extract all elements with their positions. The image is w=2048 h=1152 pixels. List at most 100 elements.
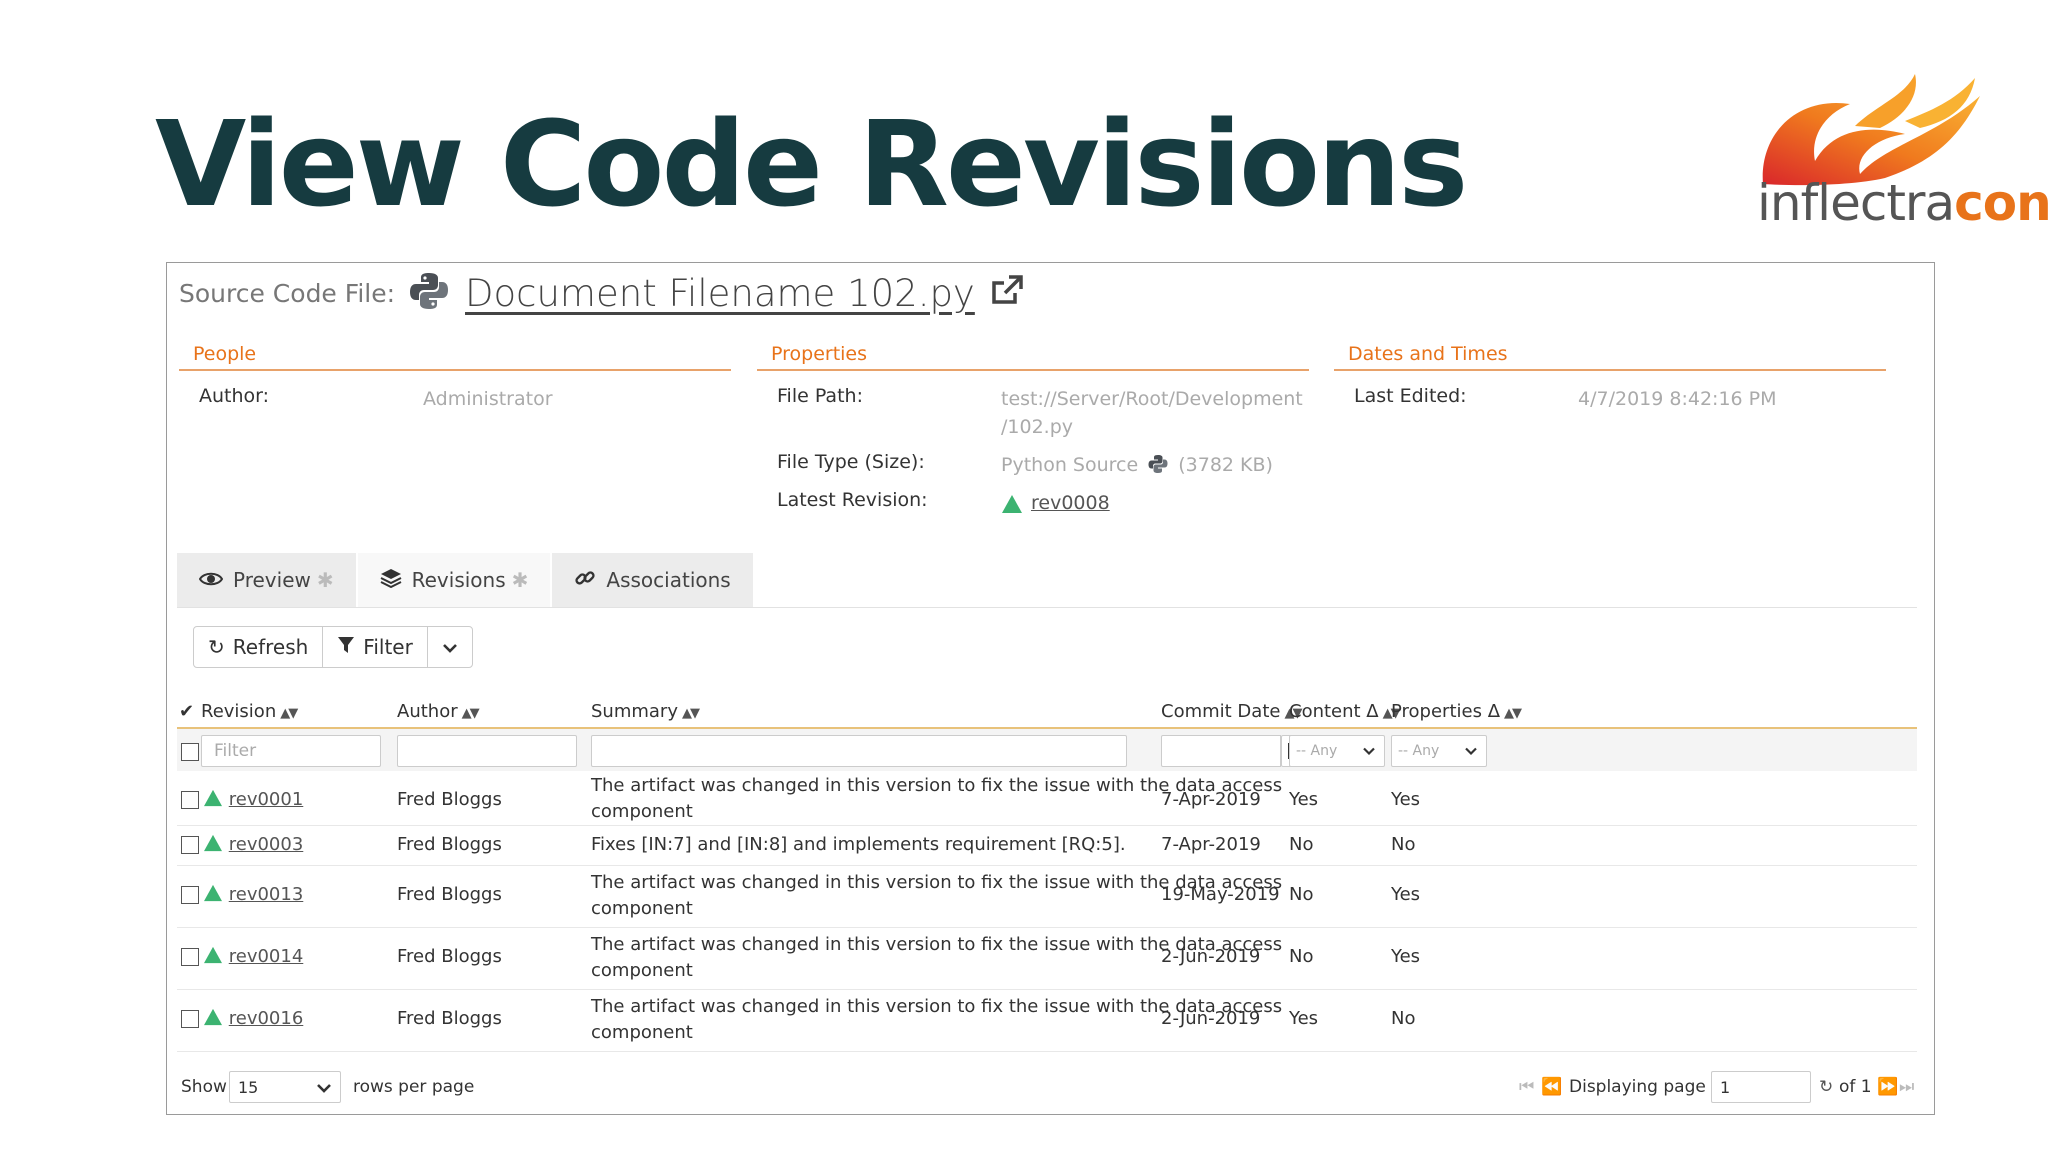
column-header-revision[interactable]: Revision ▲▼ [201,701,298,722]
content-changed-cell: Yes [1289,1008,1319,1029]
python-icon [409,271,449,315]
file-type-value: Python Source (3782 KB) [1001,454,1273,476]
rows-per-page-label: rows per page [353,1077,475,1097]
people-section: People Author: Administrator [179,343,731,413]
file-path-property: File Path: test://Server/Root/Developmen… [757,385,1309,441]
artifact-panel: Source Code File: Document Filename 102.… [166,262,1935,1115]
author-cell: Fred Bloggs [397,834,502,855]
eye-icon [198,568,224,592]
select-all-checkbox[interactable] [181,743,199,761]
last-page-icon[interactable]: ⏭ [1899,1077,1914,1097]
content-changed-cell: No [1289,946,1314,967]
content-filter-select[interactable]: -- Any [1289,735,1385,767]
revision-icon [204,1008,222,1026]
asterisk-icon: ✱ [511,568,529,592]
slide-title: View Code Revisions [155,95,1468,233]
revision-icon [204,834,222,852]
sort-icon: ▲▼ [682,706,700,721]
external-link-icon[interactable] [989,273,1025,313]
filter-icon [337,635,355,659]
commit-date-cell: 7-Apr-2019 [1161,789,1261,810]
people-section-title: People [179,343,731,371]
author-filter-input[interactable] [397,735,577,767]
content-changed-cell: Yes [1289,789,1319,810]
file-type-property: File Type (Size): Python Source (3782 KB… [757,451,1309,479]
dates-section-title: Dates and Times [1334,343,1886,371]
properties-changed-cell: Yes [1391,946,1421,967]
commit-date-cell: 19-May-2019 [1161,884,1280,905]
file-header: Source Code File: Document Filename 102.… [179,263,1025,323]
last-edited-label: Last Edited: [1354,385,1467,407]
summary-filter-input[interactable] [591,735,1127,767]
column-header-commit-date[interactable]: Commit Date ▲▼ [1161,701,1302,722]
latest-revision-label: Latest Revision: [777,489,928,511]
properties-filter-select[interactable]: -- Any [1391,735,1487,767]
author-cell: Fred Bloggs [397,1008,502,1029]
revisions-grid: ✔ Revision ▲▼ Author ▲▼ Summary ▲▼ Commit D… [177,691,1917,1052]
last-edited-property: Last Edited: 4/7/2019 8:42:16 PM [1334,385,1886,413]
author-cell: Fred Bloggs [397,946,502,967]
file-name-link[interactable]: Document Filename 102.py [465,272,975,315]
refresh-button[interactable]: ↻ Refresh [193,626,324,668]
table-row[interactable]: rev0003 Fred Bloggs Fixes [IN:7] and [IN… [177,826,1917,866]
tab-revisions[interactable]: Revisions ✱ [357,553,553,607]
first-page-icon[interactable]: ⏮ [1519,1077,1534,1097]
dates-section: Dates and Times Last Edited: 4/7/2019 8:… [1334,343,1886,413]
commit-date-filter-input[interactable] [1161,735,1281,767]
column-header-content[interactable]: Content Δ ▲▼ [1289,701,1401,722]
table-row[interactable]: rev0014 Fred Bloggs The artifact was cha… [177,928,1917,990]
revision-link[interactable]: rev0001 [203,789,303,810]
latest-revision-link[interactable]: rev0008 [1001,489,1110,517]
table-row[interactable]: rev0001 Fred Bloggs The artifact was cha… [177,771,1917,826]
row-checkbox[interactable] [181,886,199,904]
page-count-label: of 1 [1839,1077,1872,1097]
filter-button[interactable]: Filter [322,626,428,668]
properties-changed-cell: No [1391,1008,1416,1029]
flame-icon [1762,74,1980,186]
properties-changed-cell: Yes [1391,789,1421,810]
column-header-properties[interactable]: Properties Δ ▲▼ [1391,701,1522,722]
file-type-label: File Type (Size): [777,451,925,473]
sort-icon: ▲▼ [280,706,298,721]
revision-icon [204,789,222,807]
file-path-label: File Path: [777,385,863,407]
column-header-summary[interactable]: Summary ▲▼ [591,701,700,722]
revision-link[interactable]: rev0016 [203,1008,303,1029]
properties-changed-cell: Yes [1391,884,1421,905]
select-all-check-icon[interactable]: ✔ [179,701,194,722]
previous-page-icon[interactable]: ⏪ [1541,1077,1562,1097]
page-number-input[interactable]: 1 [1711,1071,1811,1103]
commit-date-cell: 2-Jun-2019 [1161,946,1261,967]
filter-dropdown-button[interactable] [426,626,473,668]
asterisk-icon: ✱ [316,568,334,592]
revision-filter-input[interactable]: Filter [201,735,381,767]
table-row[interactable]: rev0013 Fred Bloggs The artifact was cha… [177,866,1917,928]
link-icon [574,567,596,594]
revision-link[interactable]: rev0014 [203,946,303,967]
chevron-down-icon [1465,747,1477,756]
column-header-author[interactable]: Author ▲▼ [397,701,480,722]
python-icon [1148,455,1168,473]
row-checkbox[interactable] [181,836,199,854]
properties-changed-cell: No [1391,834,1416,855]
row-checkbox[interactable] [181,1010,199,1028]
table-row[interactable]: rev0016 Fred Bloggs The artifact was cha… [177,990,1917,1052]
next-page-icon[interactable]: ⏩ [1877,1077,1898,1097]
tab-associations[interactable]: Associations [552,553,755,607]
revision-link[interactable]: rev0003 [203,834,303,855]
grid-filter-row: Filter -- Any -- Any [177,729,1917,771]
displaying-page-label: Displaying page [1569,1077,1706,1097]
author-value: Administrator [423,388,553,410]
commit-date-cell: 7-Apr-2019 [1161,834,1261,855]
revision-link[interactable]: rev0013 [203,884,303,905]
tab-preview[interactable]: Preview ✱ [177,553,358,607]
show-label: Show [181,1077,227,1097]
row-checkbox[interactable] [181,791,199,809]
grid-header-row: ✔ Revision ▲▼ Author ▲▼ Summary ▲▼ Commit D… [177,691,1917,729]
grid-toolbar: ↻ Refresh Filter [193,626,473,668]
inflectracon-logo: inflectracon [1755,66,2048,232]
rows-per-page-select[interactable]: 15 [229,1071,341,1103]
layers-icon [380,568,402,593]
row-checkbox[interactable] [181,948,199,966]
refresh-icon[interactable]: ↻ [1819,1077,1833,1097]
